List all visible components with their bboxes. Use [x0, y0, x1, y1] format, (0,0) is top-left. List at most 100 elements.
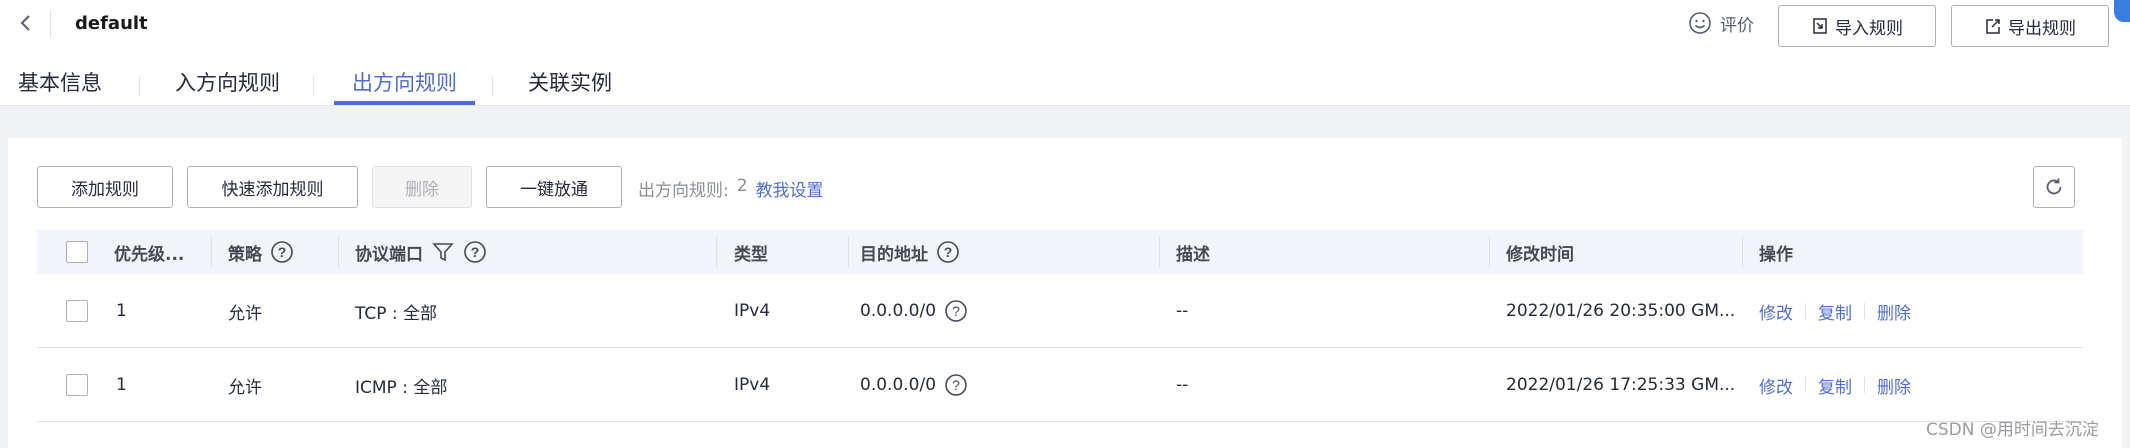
cell-type: IPv4 [734, 301, 771, 321]
column-divider [848, 236, 849, 268]
cell-priority: 1 [116, 375, 127, 395]
cell-destination: 0.0.0.0/0 ? [860, 274, 968, 348]
header-protocol-port-label: 协议端口 [355, 244, 423, 265]
header-type-label: 类型 [734, 244, 768, 265]
rate-label: 评价 [1720, 15, 1754, 36]
header-protocol-port: 协议端口 ? [355, 230, 487, 274]
tab-outbound-rules[interactable]: 出方向规则 [352, 62, 457, 104]
delete-link[interactable]: 删除 [1877, 373, 1911, 398]
delete-link[interactable]: 删除 [1877, 299, 1911, 324]
cell-priority: 1 [116, 301, 127, 321]
cell-description: -- [1176, 375, 1189, 395]
tab-associated-instances[interactable]: 关联实例 [528, 62, 612, 104]
row-checkbox[interactable] [66, 374, 88, 396]
edit-link[interactable]: 修改 [1759, 299, 1793, 324]
action-divider [1864, 303, 1865, 319]
export-rules-button[interactable]: 导出规则 [1951, 5, 2109, 47]
refresh-button[interactable] [2033, 166, 2075, 208]
header-destination: 目的地址 ? [860, 230, 960, 274]
column-divider [211, 236, 212, 268]
cell-destination: 0.0.0.0/0 ? [860, 348, 968, 422]
rule-count-label: 出方向规则: [638, 181, 729, 201]
watermark: CSDN @用时间去沉淀 [1926, 420, 2099, 440]
table-row: 1 允许 ICMP : 全部 IPv4 0.0.0.0/0 ? -- 2022/… [37, 348, 2083, 422]
action-divider [1805, 377, 1806, 393]
import-icon [1813, 18, 1827, 34]
column-divider [1489, 236, 1490, 268]
table-header: 优先级... 策略 ? 协议端口 ? 类型 目的地址 ? 描述 修改时间 操作 [37, 230, 2083, 274]
header-actions-label: 操作 [1759, 244, 1793, 265]
cell-destination-value: 0.0.0.0/0 [860, 375, 937, 395]
rule-count-value: 2 [736, 176, 748, 196]
corner-badge[interactable] [2114, 0, 2130, 22]
svg-text:?: ? [952, 303, 960, 319]
copy-link[interactable]: 复制 [1818, 299, 1852, 324]
tab-inbound-rules[interactable]: 入方向规则 [175, 62, 280, 104]
svg-text:?: ? [952, 377, 960, 393]
edit-link[interactable]: 修改 [1759, 373, 1793, 398]
header-priority[interactable]: 优先级... [114, 230, 184, 274]
allow-all-button[interactable]: 一键放通 [486, 166, 622, 208]
cell-protocol-port: ICMP : 全部 [355, 377, 448, 398]
export-icon [1986, 19, 2000, 34]
tab-basic-info[interactable]: 基本信息 [18, 62, 102, 104]
header-description: 描述 [1176, 230, 1210, 274]
cell-policy: 允许 [228, 377, 262, 398]
cell-policy: 允许 [228, 303, 262, 324]
rate-button[interactable]: 评价 [1688, 9, 1754, 37]
column-divider [1742, 236, 1743, 268]
help-link[interactable]: 教我设置 [756, 176, 824, 201]
cell-destination-value: 0.0.0.0/0 [860, 301, 937, 321]
copy-link[interactable]: 复制 [1818, 373, 1852, 398]
quick-add-rule-button[interactable]: 快速添加规则 [187, 166, 358, 208]
chevron-left-icon [20, 15, 30, 31]
smile-icon [1689, 12, 1711, 34]
svg-text:?: ? [944, 244, 953, 260]
filter-icon[interactable] [431, 240, 455, 264]
title-divider [50, 10, 51, 38]
page-title: default [75, 13, 148, 34]
add-rule-button[interactable]: 添加规则 [37, 166, 173, 208]
export-rules-label: 导出规则 [2008, 18, 2076, 39]
column-divider [338, 236, 339, 268]
refresh-icon [2046, 178, 2062, 195]
cell-actions: 修改 复制 删除 [1759, 274, 1911, 348]
header-priority-label: 优先级... [114, 244, 185, 265]
column-divider [716, 236, 717, 268]
header-actions: 操作 [1759, 230, 1793, 274]
rules-panel: 添加规则 快速添加规则 删除 一键放通 出方向规则: 2 教我设置 优先级...… [8, 138, 2122, 448]
help-icon[interactable]: ? [944, 373, 968, 397]
row-checkbox[interactable] [66, 300, 88, 322]
cell-description: -- [1176, 301, 1189, 321]
header-destination-label: 目的地址 [860, 244, 928, 265]
select-all-cell [66, 230, 88, 274]
help-icon[interactable]: ? [270, 240, 294, 264]
header-modified-time-label: 修改时间 [1506, 244, 1574, 265]
cell-actions: 修改 复制 删除 [1759, 348, 1911, 422]
page-header: default 评价 导入规则 导出规则 基本信息 入方向规则 出方向规则 关联… [0, 0, 2130, 106]
cell-type: IPv4 [734, 375, 771, 395]
import-rules-button[interactable]: 导入规则 [1778, 5, 1936, 47]
back-button[interactable] [14, 8, 38, 38]
action-divider [1805, 303, 1806, 319]
column-divider [1159, 236, 1160, 268]
cell-modified-time: 2022/01/26 17:25:33 GM... [1506, 375, 1736, 395]
cell-modified-time: 2022/01/26 20:35:00 GM... [1506, 301, 1736, 321]
header-modified-time[interactable]: 修改时间 [1506, 230, 1574, 274]
delete-button[interactable]: 删除 [372, 166, 472, 208]
import-rules-label: 导入规则 [1835, 18, 1903, 39]
tab-divider [492, 76, 493, 96]
tab-divider [313, 76, 314, 96]
tab-divider [139, 76, 140, 96]
select-all-checkbox[interactable] [66, 241, 88, 263]
header-policy-label: 策略 [228, 244, 262, 265]
rule-count: 出方向规则: 2 教我设置 [638, 176, 824, 201]
active-tab-indicator [334, 101, 475, 105]
help-icon[interactable]: ? [944, 299, 968, 323]
svg-text:?: ? [278, 244, 287, 260]
cell-protocol-port: TCP : 全部 [355, 303, 438, 324]
header-type: 类型 [734, 230, 768, 274]
header-policy: 策略 ? [228, 230, 294, 274]
help-icon[interactable]: ? [936, 240, 960, 264]
help-icon[interactable]: ? [463, 240, 487, 264]
